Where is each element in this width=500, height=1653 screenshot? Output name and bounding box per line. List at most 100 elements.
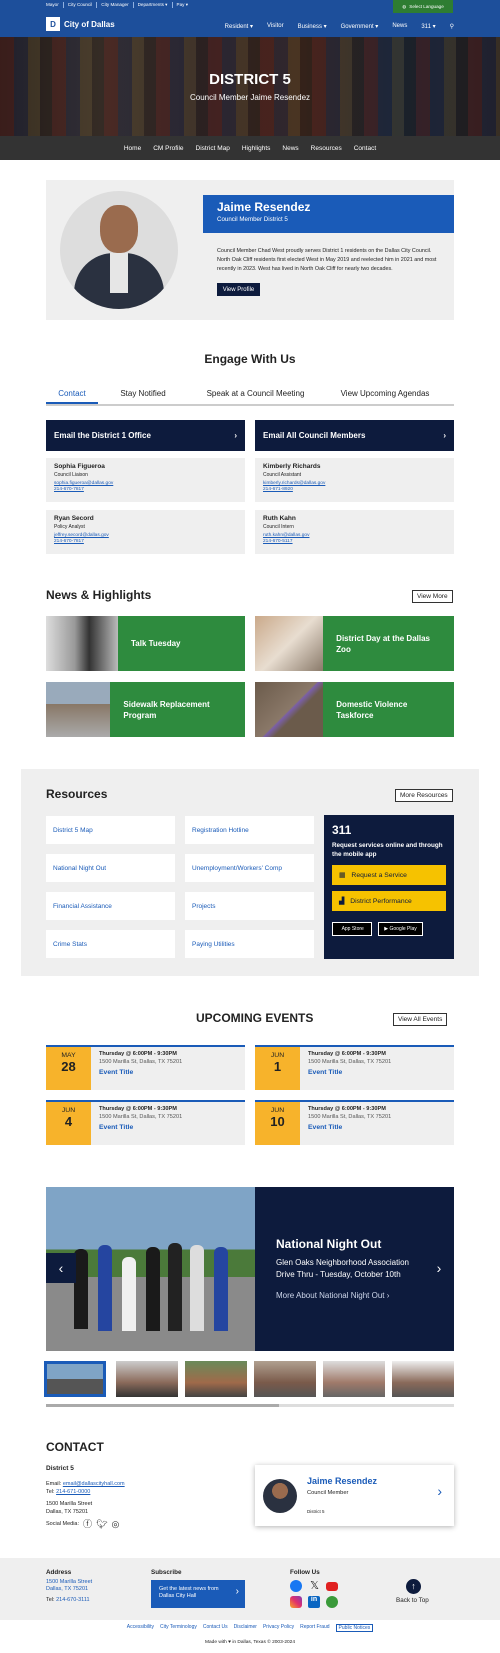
search-icon[interactable]: ⚲: [450, 23, 454, 30]
contact-email-link[interactable]: email@dallascityhall.com: [63, 1481, 125, 1487]
top-link-city-manager[interactable]: City Manager: [101, 2, 134, 8]
youtube-icon[interactable]: [326, 1582, 338, 1591]
facebook-icon[interactable]: [290, 1580, 302, 1592]
news-card[interactable]: Domestic Violence Taskforce: [255, 682, 454, 737]
select-language-button[interactable]: ◍ Select Language: [393, 0, 453, 13]
view-more-button[interactable]: View More: [412, 590, 453, 603]
resource-link[interactable]: Projects: [185, 892, 314, 920]
email-all-council-button[interactable]: Email All Council Members ›: [255, 420, 454, 451]
subnav-district-map[interactable]: District Map: [196, 145, 230, 152]
resource-link[interactable]: Paying Utilities: [185, 930, 314, 958]
slider-thumbnail[interactable]: [254, 1361, 316, 1397]
footer-link-public-notices[interactable]: Public Notices: [335, 1624, 374, 1632]
contact-phone-link[interactable]: 214-670-5117: [263, 539, 446, 545]
nav-news[interactable]: News: [392, 23, 407, 30]
news-card[interactable]: Talk Tuesday: [46, 616, 245, 671]
contact-phone-link[interactable]: 214-670-7817: [54, 539, 237, 545]
top-link-departments[interactable]: Departments ▾: [138, 2, 173, 8]
facebook-icon[interactable]: ⓕ: [83, 1520, 92, 1529]
tab-contact[interactable]: Contact: [46, 384, 98, 404]
app-store-badge[interactable]: App Store: [332, 922, 372, 936]
instagram-icon[interactable]: [290, 1596, 302, 1608]
resource-link[interactable]: Unemployment/Workers' Comp: [185, 854, 314, 882]
event-date: JUN 10: [255, 1102, 300, 1145]
box-311-title: 311: [332, 823, 352, 837]
city-logo[interactable]: D City of Dallas: [46, 17, 115, 31]
view-profile-button[interactable]: View Profile: [217, 283, 260, 296]
slider-scrollbar[interactable]: [46, 1404, 454, 1407]
twitter-icon[interactable]: 🐦︎: [96, 1520, 107, 1529]
contact-card: Ruth Kahn Council Intern ruth.kahn@dallas…: [255, 510, 454, 554]
slider-next-button[interactable]: ›: [424, 1253, 454, 1283]
footer-link[interactable]: Accessibility: [127, 1624, 154, 1632]
contact-phone-link[interactable]: 214-670-7817: [54, 487, 237, 493]
tab-stay-notified[interactable]: Stay Notified: [98, 384, 188, 404]
slider-thumbnail[interactable]: [116, 1361, 178, 1397]
contact-tel-link[interactable]: 214-671-0000: [56, 1489, 90, 1495]
subnav-contact[interactable]: Contact: [354, 145, 376, 152]
slider-thumbnail[interactable]: [185, 1361, 247, 1397]
news-card[interactable]: District Day at the Dallas Zoo: [255, 616, 454, 671]
x-icon[interactable]: 𝕏: [308, 1580, 321, 1592]
council-member-contact-card[interactable]: Jaime Resendez Council Member District 5…: [255, 1465, 454, 1526]
event-title-link[interactable]: Event Title: [308, 1069, 391, 1076]
subnav-news[interactable]: News: [282, 145, 298, 152]
arrow-up-icon[interactable]: ↑: [406, 1579, 421, 1594]
tab-speak-council[interactable]: Speak at a Council Meeting: [188, 384, 323, 404]
resource-link[interactable]: Financial Assistance: [46, 892, 175, 920]
profile-role: Council Member District 5: [217, 216, 288, 223]
instagram-icon[interactable]: ◎: [111, 1520, 119, 1529]
slider-thumbnail[interactable]: [323, 1361, 385, 1397]
subnav-resources[interactable]: Resources: [311, 145, 342, 152]
subnav-cm-profile[interactable]: CM Profile: [153, 145, 183, 152]
contact-phone-link[interactable]: 214-671-8920: [263, 487, 446, 493]
news-image: [255, 616, 324, 671]
resource-link[interactable]: National Night Out: [46, 854, 175, 882]
event-card[interactable]: JUN 10 Thursday @ 6:00PM - 9:30PM 1500 Mar…: [255, 1100, 454, 1145]
subscribe-button[interactable]: Get the latest news from Dallas City Hal…: [151, 1580, 245, 1608]
subnav-home[interactable]: Home: [124, 145, 141, 152]
news-card[interactable]: Sidewalk Replacement Program: [46, 682, 245, 737]
nav-visitor[interactable]: Visitor: [267, 23, 284, 30]
request-service-button[interactable]: ▦ Request a Service: [332, 865, 446, 885]
slide-link[interactable]: More About National Night Out ›: [276, 1291, 454, 1300]
profile-bio: Council Member Chad West proudly serves …: [217, 248, 437, 272]
nav-business[interactable]: Business ▾: [298, 23, 327, 30]
resource-link[interactable]: Crime Stats: [46, 930, 175, 958]
linkedin-icon[interactable]: in: [308, 1596, 320, 1608]
event-title-link[interactable]: Event Title: [99, 1069, 182, 1076]
slider-thumbnail[interactable]: [392, 1361, 454, 1397]
resource-link[interactable]: Registration Hotline: [185, 816, 314, 844]
slider-thumbnail[interactable]: [44, 1361, 106, 1397]
back-to-top-link[interactable]: Back to Top: [396, 1597, 429, 1604]
top-link-city-council[interactable]: City Council: [68, 2, 98, 8]
event-card[interactable]: JUN 4 Thursday @ 6:00PM - 9:30PM 1500 Mari…: [46, 1100, 245, 1145]
nav-resident[interactable]: Resident ▾: [225, 23, 253, 30]
nav-311[interactable]: 311 ▾: [421, 23, 435, 30]
email-district-office-button[interactable]: Email the District 1 Office ›: [46, 420, 245, 451]
resource-link[interactable]: District 5 Map: [46, 816, 175, 844]
top-link-pay[interactable]: Pay ▾: [177, 2, 193, 8]
nav-government[interactable]: Government ▾: [341, 23, 379, 30]
avatar: [263, 1479, 297, 1513]
event-title-link[interactable]: Event Title: [308, 1124, 391, 1131]
footer-tel-link[interactable]: 214-670-3111: [56, 1597, 89, 1603]
slider-prev-button[interactable]: ‹: [46, 1253, 76, 1283]
district-performance-button[interactable]: ▟ District Performance: [332, 891, 446, 911]
footer-link[interactable]: City Terminology: [160, 1624, 197, 1632]
profile-name-banner: Jaime Resendez Council Member District 5: [203, 195, 454, 233]
google-play-badge[interactable]: ▶ Google Play: [378, 922, 423, 936]
more-resources-button[interactable]: More Resources: [395, 789, 453, 802]
event-card[interactable]: JUN 1 Thursday @ 6:00PM - 9:30PM 1500 Mari…: [255, 1045, 454, 1090]
view-all-events-button[interactable]: View All Events: [393, 1013, 448, 1026]
event-title-link[interactable]: Event Title: [99, 1124, 182, 1131]
nextdoor-icon[interactable]: [326, 1596, 338, 1608]
footer-link[interactable]: Disclaimer: [234, 1624, 257, 1632]
footer-link[interactable]: Report Fraud: [300, 1624, 329, 1632]
top-link-mayor[interactable]: Mayor: [46, 2, 64, 8]
event-card[interactable]: MAY 28 Thursday @ 6:00PM - 9:30PM 1500 Mar…: [46, 1045, 245, 1090]
tab-upcoming-agendas[interactable]: View Upcoming Agendas: [323, 384, 447, 404]
footer-link[interactable]: Privacy Policy: [263, 1624, 294, 1632]
footer-link[interactable]: Contact Us: [203, 1624, 228, 1632]
subnav-highlights[interactable]: Highlights: [242, 145, 271, 152]
